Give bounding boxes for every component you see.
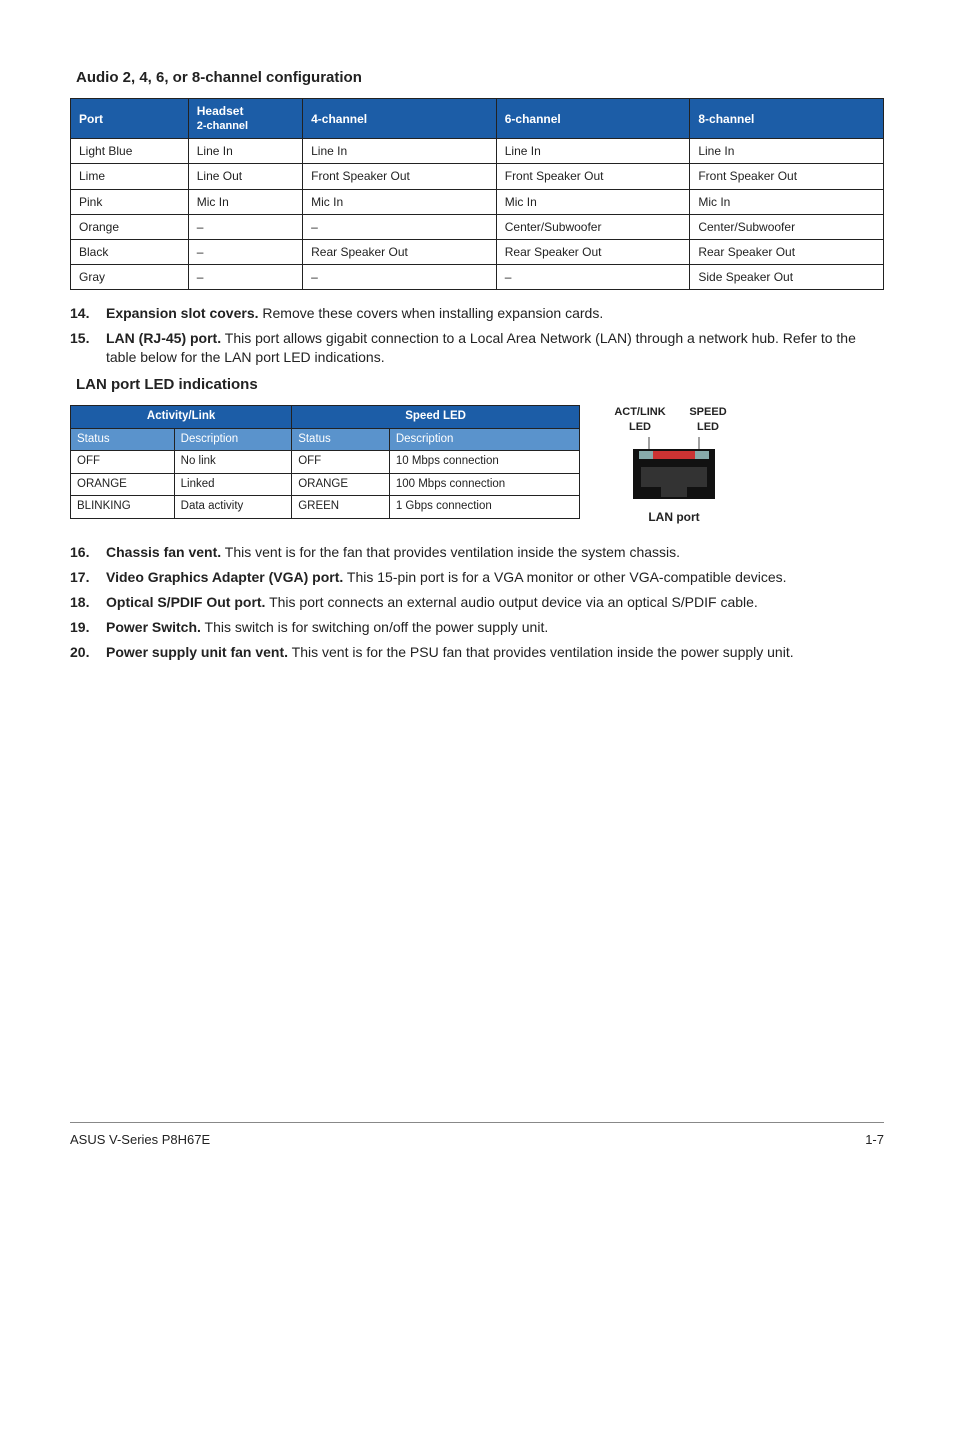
- table-row: PinkMic InMic InMic InMic In: [71, 189, 884, 214]
- table-cell: Mic In: [303, 189, 497, 214]
- table-cell: Line In: [188, 139, 302, 164]
- table-row: Gray–––Side Speaker Out: [71, 265, 884, 290]
- item-text: Remove these covers when installing expa…: [259, 305, 604, 321]
- item-17: 17. Video Graphics Adapter (VGA) port. T…: [70, 568, 884, 587]
- item-bold: LAN (RJ-45) port.: [106, 330, 221, 346]
- item-16: 16. Chassis fan vent. This vent is for t…: [70, 543, 884, 562]
- table-row: Black–Rear Speaker OutRear Speaker OutRe…: [71, 240, 884, 265]
- table-cell: OFF: [71, 451, 175, 474]
- footer-left: ASUS V-Series P8H67E: [70, 1131, 210, 1149]
- table-cell: Mic In: [496, 189, 690, 214]
- item-bold: Optical S/PDIF Out port.: [106, 594, 265, 610]
- lan-group-activity: Activity/Link: [71, 406, 292, 429]
- table-cell: Rear Speaker Out: [690, 240, 884, 265]
- table-cell: 1 Gbps connection: [389, 496, 579, 519]
- table-cell: Rear Speaker Out: [303, 240, 497, 265]
- table-cell: ORANGE: [292, 473, 390, 496]
- table-cell: Mic In: [188, 189, 302, 214]
- table-cell: 10 Mbps connection: [389, 451, 579, 474]
- table-cell: –: [188, 214, 302, 239]
- page-footer: ASUS V-Series P8H67E 1-7: [70, 1122, 884, 1149]
- lan-group-speed: Speed LED: [292, 406, 580, 429]
- lan-h-desc2: Description: [389, 428, 579, 451]
- table-cell: Black: [71, 240, 189, 265]
- table-cell: Line In: [303, 139, 497, 164]
- item-num: 16.: [70, 543, 106, 562]
- item-20: 20. Power supply unit fan vent. This ven…: [70, 643, 884, 662]
- item-19: 19. Power Switch. This switch is for swi…: [70, 618, 884, 637]
- table-cell: Front Speaker Out: [690, 164, 884, 189]
- table-cell: Line Out: [188, 164, 302, 189]
- item-bold: Chassis fan vent.: [106, 544, 221, 560]
- item-bold: Power Switch.: [106, 619, 201, 635]
- item-num: 15.: [70, 329, 106, 348]
- lan-led-table: Activity/Link Speed LED Status Descripti…: [70, 405, 580, 519]
- audio-config-title: Audio 2, 4, 6, or 8-channel configuratio…: [76, 68, 884, 88]
- item-text: This vent is for the fan that provides v…: [221, 544, 680, 560]
- table-cell: Front Speaker Out: [496, 164, 690, 189]
- table-row: Light BlueLine InLine InLine InLine In: [71, 139, 884, 164]
- table-cell: –: [303, 214, 497, 239]
- table-cell: Data activity: [174, 496, 292, 519]
- audio-config-table: Port Headset2-channel 4-channel 6-channe…: [70, 98, 884, 290]
- item-18: 18. Optical S/PDIF Out port. This port c…: [70, 593, 884, 612]
- table-row: ORANGELinkedORANGE100 Mbps connection: [71, 473, 580, 496]
- item-text: This vent is for the PSU fan that provid…: [288, 644, 794, 660]
- item-text: This port connects an external audio out…: [265, 594, 757, 610]
- col-4ch: 4-channel: [303, 99, 497, 139]
- table-cell: Center/Subwoofer: [690, 214, 884, 239]
- table-cell: Lime: [71, 164, 189, 189]
- lan-port-diagram: ACT/LINKLED SPEEDLED LAN port: [610, 405, 738, 525]
- table-cell: Gray: [71, 265, 189, 290]
- table-cell: –: [496, 265, 690, 290]
- lan-h-status1: Status: [71, 428, 175, 451]
- footer-right: 1-7: [865, 1131, 884, 1149]
- col-port: Port: [71, 99, 189, 139]
- item-num: 18.: [70, 593, 106, 612]
- table-row: BLINKINGData activityGREEN1 Gbps connect…: [71, 496, 580, 519]
- item-bold: Video Graphics Adapter (VGA) port.: [106, 569, 343, 585]
- lan-h-desc1: Description: [174, 428, 292, 451]
- col-6ch: 6-channel: [496, 99, 690, 139]
- table-cell: BLINKING: [71, 496, 175, 519]
- table-cell: Linked: [174, 473, 292, 496]
- table-cell: Front Speaker Out: [303, 164, 497, 189]
- table-row: LimeLine OutFront Speaker OutFront Speak…: [71, 164, 884, 189]
- item-bold: Expansion slot covers.: [106, 305, 259, 321]
- col-8ch: 8-channel: [690, 99, 884, 139]
- table-cell: OFF: [292, 451, 390, 474]
- table-cell: –: [303, 265, 497, 290]
- lan-h-status2: Status: [292, 428, 390, 451]
- table-cell: Mic In: [690, 189, 884, 214]
- table-cell: Light Blue: [71, 139, 189, 164]
- item-num: 19.: [70, 618, 106, 637]
- item-text: This 15-pin port is for a VGA monitor or…: [343, 569, 786, 585]
- table-row: OFFNo linkOFF10 Mbps connection: [71, 451, 580, 474]
- col-2ch: Headset2-channel: [188, 99, 302, 139]
- table-cell: No link: [174, 451, 292, 474]
- table-cell: Rear Speaker Out: [496, 240, 690, 265]
- item-num: 14.: [70, 304, 106, 323]
- item-bold: Power supply unit fan vent.: [106, 644, 288, 660]
- rj45-port-icon: [619, 437, 729, 507]
- item-15: 15. LAN (RJ-45) port. This port allows g…: [70, 329, 884, 367]
- table-cell: 100 Mbps connection: [389, 473, 579, 496]
- item-text: This switch is for switching on/off the …: [201, 619, 548, 635]
- table-row: Orange––Center/SubwooferCenter/Subwoofer: [71, 214, 884, 239]
- table-cell: Orange: [71, 214, 189, 239]
- item-num: 20.: [70, 643, 106, 662]
- table-cell: Center/Subwoofer: [496, 214, 690, 239]
- item-num: 17.: [70, 568, 106, 587]
- lan-port-caption: LAN port: [610, 509, 738, 525]
- table-cell: –: [188, 265, 302, 290]
- table-cell: Pink: [71, 189, 189, 214]
- table-cell: GREEN: [292, 496, 390, 519]
- table-cell: –: [188, 240, 302, 265]
- table-cell: ORANGE: [71, 473, 175, 496]
- lan-led-title: LAN port LED indications: [76, 375, 884, 395]
- table-cell: Line In: [496, 139, 690, 164]
- table-cell: Side Speaker Out: [690, 265, 884, 290]
- table-cell: Line In: [690, 139, 884, 164]
- item-14: 14. Expansion slot covers. Remove these …: [70, 304, 884, 323]
